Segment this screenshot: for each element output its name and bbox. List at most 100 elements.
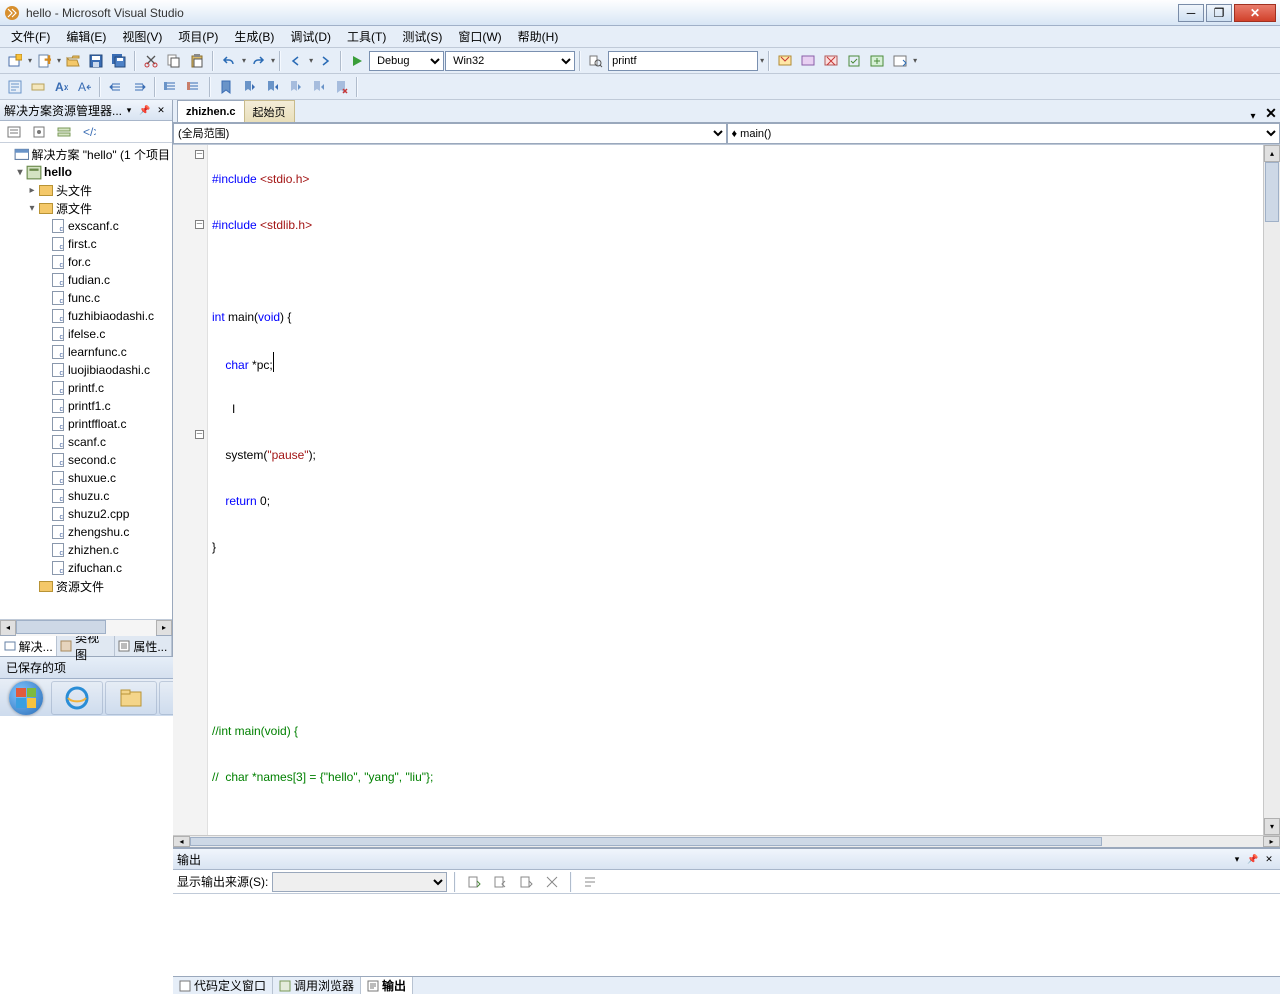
tree-file[interactable]: ifelse.c [2,325,170,343]
new-project-dropdown[interactable]: ▾ [27,56,32,65]
indent-inc-button[interactable] [128,76,150,98]
menu-edit[interactable]: 编辑(E) [59,26,113,47]
find-dropdown[interactable]: ▾ [759,56,764,65]
code-text[interactable]: #include <stdio.h> #include <stdlib.h> i… [208,145,1263,835]
sidebar-tab-properties[interactable]: 属性... [115,636,172,656]
scroll-down-button[interactable]: ▾ [1264,818,1280,835]
tree-file[interactable]: learnfunc.c [2,343,170,361]
scroll-right-button[interactable]: ▸ [1263,836,1280,847]
add-item-dropdown[interactable]: ▾ [56,56,61,65]
tree-file[interactable]: shuxue.c [2,469,170,487]
cut-button[interactable] [140,50,162,72]
fold-icon[interactable]: − [195,150,204,159]
doctab-menu-button[interactable]: ▾ [1244,111,1262,122]
bookmark-next-button[interactable] [261,76,283,98]
output-goto-button[interactable] [463,871,485,893]
tree-file[interactable]: fuzhibiaodashi.c [2,307,170,325]
se-show-all-button[interactable] [28,121,50,143]
sidebar-tab-solution[interactable]: 解决... [0,636,57,656]
fold-icon[interactable]: − [195,430,204,439]
tree-file[interactable]: func.c [2,289,170,307]
sidebar-tab-classview[interactable]: 类视图 [57,636,114,656]
menu-debug[interactable]: 调试(D) [283,26,338,47]
tree-file[interactable]: shuzu.c [2,487,170,505]
output-close-button[interactable]: ✕ [1262,852,1276,866]
menu-help[interactable]: 帮助(H) [511,26,566,47]
tool-btn-1[interactable] [774,50,796,72]
paste-button[interactable] [186,50,208,72]
code-editor[interactable]: − − − #include <stdio.h> #include <stdli… [173,145,1280,835]
tree-file[interactable]: first.c [2,235,170,253]
comment-button[interactable] [160,76,182,98]
solution-tree[interactable]: 解决方案 "hello" (1 个项目 ▾hello ▸头文件 ▾源文件 exs… [0,143,172,619]
quick-info-button[interactable]: A» [50,76,72,98]
member-list-button[interactable] [4,76,26,98]
tree-file[interactable]: zifuchan.c [2,559,170,577]
member-combo[interactable]: ♦ main() [727,123,1280,144]
taskbar-ie[interactable] [51,681,103,715]
uncomment-button[interactable] [183,76,205,98]
output-body[interactable] [173,894,1280,976]
se-refresh-button[interactable] [53,121,75,143]
hscroll-thumb[interactable] [190,837,1102,846]
tree-file[interactable]: fudian.c [2,271,170,289]
save-all-button[interactable] [108,50,130,72]
tree-file[interactable]: scanf.c [2,433,170,451]
tree-project[interactable]: ▾hello [2,163,170,181]
tree-folder-resources[interactable]: 资源文件 [2,577,170,595]
pane-pin-button[interactable]: 📌 [138,103,152,117]
bookmark-toggle-button[interactable] [215,76,237,98]
start-debug-button[interactable] [346,50,368,72]
tree-file[interactable]: luojibiaodashi.c [2,361,170,379]
scroll-left-button[interactable]: ◂ [173,836,190,847]
close-button[interactable]: ✕ [1234,4,1276,22]
tab-output[interactable]: 输出 [361,977,413,994]
add-item-button[interactable]: ✚ [33,50,55,72]
tree-solution[interactable]: 解决方案 "hello" (1 个项目 [2,145,170,163]
complete-word-button[interactable]: A↵ [73,76,95,98]
undo-button[interactable] [218,50,240,72]
doctab-close-button[interactable]: ✕ [1262,105,1280,122]
config-combo[interactable]: Debug [369,51,444,71]
editor-hscroll[interactable]: ◂ ▸ [173,835,1280,847]
tree-file[interactable]: printf.c [2,379,170,397]
menu-test[interactable]: 测试(S) [395,26,449,47]
indent-dec-button[interactable] [105,76,127,98]
menu-file[interactable]: 文件(F) [4,26,57,47]
scope-combo[interactable]: (全局范围) [173,123,727,144]
find-in-files-button[interactable] [585,50,607,72]
tree-file[interactable]: zhizhen.c [2,541,170,559]
scroll-left-button[interactable]: ◂ [0,620,16,636]
tool-btn-2[interactable] [797,50,819,72]
scroll-right-button[interactable]: ▸ [156,620,172,636]
tool-btn-6-dropdown[interactable]: ▾ [912,56,917,65]
tree-file[interactable]: shuzu2.cpp [2,505,170,523]
sidebar-hscroll[interactable]: ◂ ▸ [0,619,172,635]
tree-folder-headers[interactable]: ▸头文件 [2,181,170,199]
undo-dropdown[interactable]: ▾ [241,56,246,65]
pane-close-button[interactable]: ✕ [154,103,168,117]
menu-project[interactable]: 项目(P) [171,26,225,47]
open-button[interactable] [62,50,84,72]
tool-btn-5[interactable] [866,50,888,72]
tree-file[interactable]: for.c [2,253,170,271]
scroll-up-button[interactable]: ▴ [1264,145,1280,162]
tree-file[interactable]: zhengshu.c [2,523,170,541]
new-project-button[interactable] [4,50,26,72]
menu-view[interactable]: 视图(V) [115,26,169,47]
bookmark-clear-button[interactable] [330,76,352,98]
tab-code-def[interactable]: 代码定义窗口 [173,977,273,994]
platform-combo[interactable]: Win32 [445,51,575,71]
bookmark-next-doc-button[interactable] [307,76,329,98]
tab-call-browser[interactable]: 调用浏览器 [273,977,361,994]
tree-file[interactable]: second.c [2,451,170,469]
doctab-startpage[interactable]: 起始页 [244,100,295,122]
tool-btn-6[interactable] [889,50,911,72]
copy-button[interactable] [163,50,185,72]
scroll-thumb[interactable] [16,620,106,634]
fold-icon[interactable]: − [195,220,204,229]
find-combo[interactable] [608,51,758,71]
bookmark-prev-button[interactable] [238,76,260,98]
se-properties-button[interactable] [3,121,25,143]
taskbar-explorer[interactable] [105,681,157,715]
